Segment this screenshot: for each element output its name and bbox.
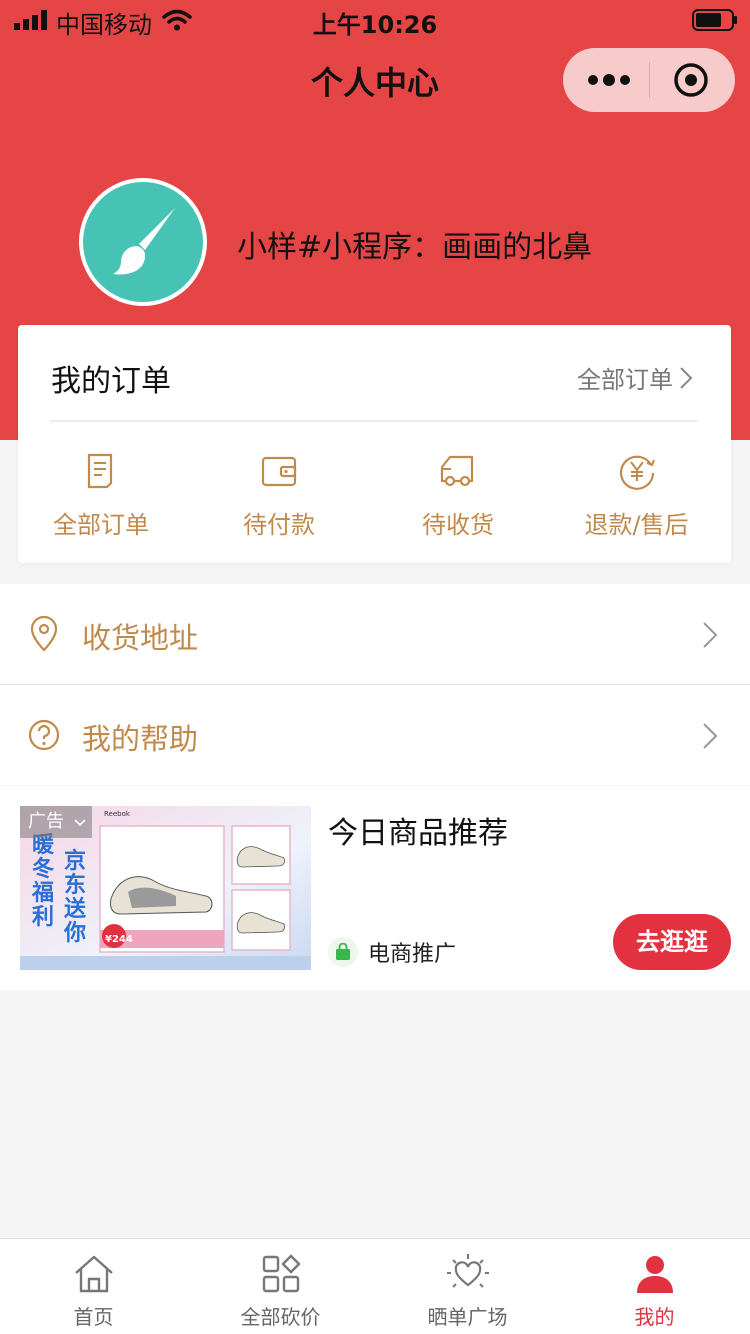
- ad-card[interactable]: Reebok ¥244 暖冬福利 京东送你 广告 今日商品推荐 电商推广 去逛逛: [0, 786, 750, 990]
- ad-source: 电商推广: [328, 936, 456, 968]
- miniprogram-capsule: [563, 48, 735, 112]
- ad-banner-text-left: 暖冬福利: [32, 833, 55, 930]
- tab-mine[interactable]: 我的: [561, 1239, 748, 1334]
- shopping-bag-icon: [328, 937, 358, 967]
- order-list-icon: [87, 453, 113, 489]
- tab-all-bargain[interactable]: 全部砍价: [187, 1239, 374, 1334]
- menu-item-help[interactable]: 我的帮助: [0, 685, 750, 785]
- chevron-down-icon: [74, 819, 86, 827]
- refund-yen-icon: [619, 455, 655, 490]
- tab-label: 晒单广场: [427, 1305, 508, 1329]
- order-item-refund[interactable]: 退款/售后: [542, 445, 731, 545]
- grid-icon: [262, 1254, 301, 1293]
- tab-showcase-plaza[interactable]: 晒单广场: [374, 1239, 561, 1334]
- user-nickname: 小样#小程序：画画的北鼻: [237, 230, 593, 265]
- battery-icon: [692, 9, 737, 31]
- order-status-row: 全部订单 待付款 待收货 退款/售后: [18, 445, 731, 545]
- delivery-truck-icon: [440, 455, 474, 487]
- home-icon: [74, 1255, 113, 1293]
- paintbrush-icon: [113, 208, 175, 275]
- view-all-orders-link[interactable]: 全部订单: [577, 360, 693, 395]
- clock-time: 上午10:26: [312, 11, 438, 39]
- order-item-all[interactable]: 全部订单: [18, 445, 184, 545]
- more-icon[interactable]: [585, 66, 633, 94]
- tab-label: 我的: [634, 1305, 675, 1329]
- avatar[interactable]: [79, 178, 207, 306]
- order-card: 我的订单 全部订单 全部订单 待付款 待收货 退款/售后: [18, 325, 731, 563]
- order-item-label: 待收货: [422, 511, 494, 539]
- divider: [50, 420, 698, 422]
- ad-tag-label: 广告: [28, 811, 64, 832]
- person-icon: [636, 1256, 673, 1293]
- chevron-right-icon: [703, 723, 718, 749]
- go-shopping-button[interactable]: 去逛逛: [613, 914, 731, 970]
- capsule-divider: [649, 62, 650, 98]
- chevron-right-icon: [680, 366, 693, 389]
- order-card-title: 我的订单: [51, 364, 171, 399]
- tab-label: 首页: [73, 1305, 114, 1329]
- ad-tag[interactable]: 广告: [20, 806, 92, 838]
- tab-home[interactable]: 首页: [0, 1239, 187, 1334]
- order-item-label: 待付款: [243, 511, 315, 539]
- order-item-pending-payment[interactable]: 待付款: [184, 445, 374, 545]
- order-item-label: 全部订单: [53, 511, 149, 539]
- menu-item-label: 我的帮助: [82, 722, 199, 756]
- ad-brand: Reebok: [104, 810, 131, 818]
- status-bar: 中国移动 上午10:26: [0, 0, 750, 40]
- tab-bar: 首页 全部砍价 晒单广场 我的: [0, 1238, 750, 1334]
- menu-item-address[interactable]: 收货地址: [0, 584, 750, 684]
- help-circle-icon: [28, 719, 60, 751]
- order-item-label: 退款/售后: [584, 511, 689, 539]
- menu-item-label: 收货地址: [82, 621, 199, 655]
- chevron-right-icon: [703, 622, 718, 648]
- close-target-icon[interactable]: [673, 62, 709, 98]
- wallet-icon: [261, 456, 297, 487]
- ad-price: ¥244: [105, 934, 133, 945]
- order-item-pending-receipt[interactable]: 待收货: [374, 445, 542, 545]
- tab-label: 全部砍价: [240, 1305, 321, 1329]
- location-pin-icon: [30, 616, 58, 652]
- ad-image[interactable]: Reebok ¥244 暖冬福利 京东送你 广告: [20, 806, 311, 970]
- ad-banner-text-right: 京东送你: [64, 849, 87, 946]
- ad-source-label: 电商推广: [368, 942, 457, 967]
- view-all-orders-label: 全部订单: [577, 366, 673, 394]
- ad-title: 今日商品推荐: [328, 816, 508, 851]
- heart-sun-icon: [446, 1254, 489, 1288]
